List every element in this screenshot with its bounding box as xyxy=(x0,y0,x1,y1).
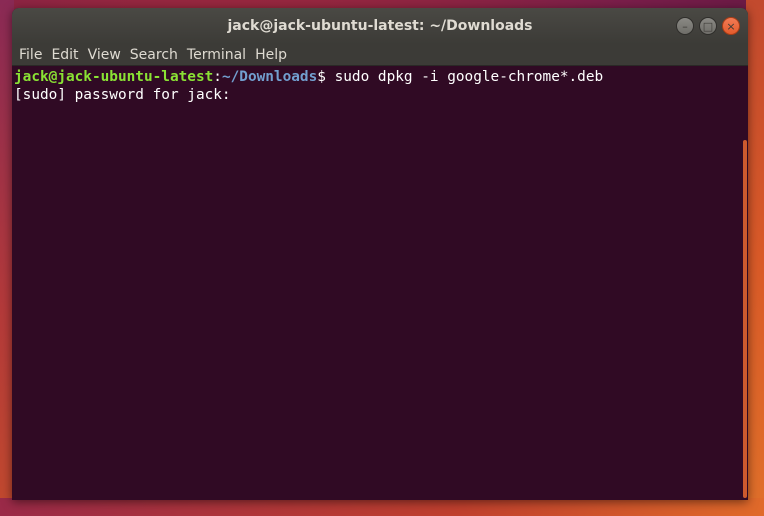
command-text: sudo dpkg -i google-chrome*.deb xyxy=(334,69,604,85)
desktop-background-bottom xyxy=(0,498,764,516)
close-icon: × xyxy=(726,19,736,33)
menu-view[interactable]: View xyxy=(88,47,126,63)
minimize-icon: – xyxy=(682,19,688,33)
prompt-path: ~/Downloads xyxy=(221,69,318,85)
window-title: jack@jack-ubuntu-latest: ~/Downloads xyxy=(227,18,533,34)
terminal-scrollbar[interactable] xyxy=(743,140,747,498)
terminal-line-sudo-prompt: [sudo] password for jack: xyxy=(14,86,748,104)
window-controls: – □ × xyxy=(676,17,740,35)
prompt-user-host: jack@jack-ubuntu-latest xyxy=(14,69,214,85)
menu-terminal[interactable]: Terminal xyxy=(187,47,251,63)
menu-search[interactable]: Search xyxy=(130,47,183,63)
desktop-background-right xyxy=(746,0,764,516)
menubar: File Edit View Search Terminal Help xyxy=(12,44,748,66)
minimize-button[interactable]: – xyxy=(676,17,694,35)
maximize-icon: □ xyxy=(702,19,714,33)
window-titlebar[interactable]: jack@jack-ubuntu-latest: ~/Downloads – □… xyxy=(12,8,748,44)
menu-file[interactable]: File xyxy=(19,47,47,63)
maximize-button[interactable]: □ xyxy=(699,17,717,35)
terminal-line-command: jack@jack-ubuntu-latest:~/Downloads$ sud… xyxy=(14,68,748,86)
prompt-dollar: $ xyxy=(317,69,335,85)
prompt-colon: : xyxy=(213,69,222,85)
menu-edit[interactable]: Edit xyxy=(51,47,83,63)
terminal-window: jack@jack-ubuntu-latest: ~/Downloads – □… xyxy=(12,8,748,500)
close-button[interactable]: × xyxy=(722,17,740,35)
terminal-output-area[interactable]: jack@jack-ubuntu-latest:~/Downloads$ sud… xyxy=(12,66,748,500)
menu-help[interactable]: Help xyxy=(255,47,292,63)
sudo-password-prompt: [sudo] password for jack: xyxy=(14,87,240,103)
